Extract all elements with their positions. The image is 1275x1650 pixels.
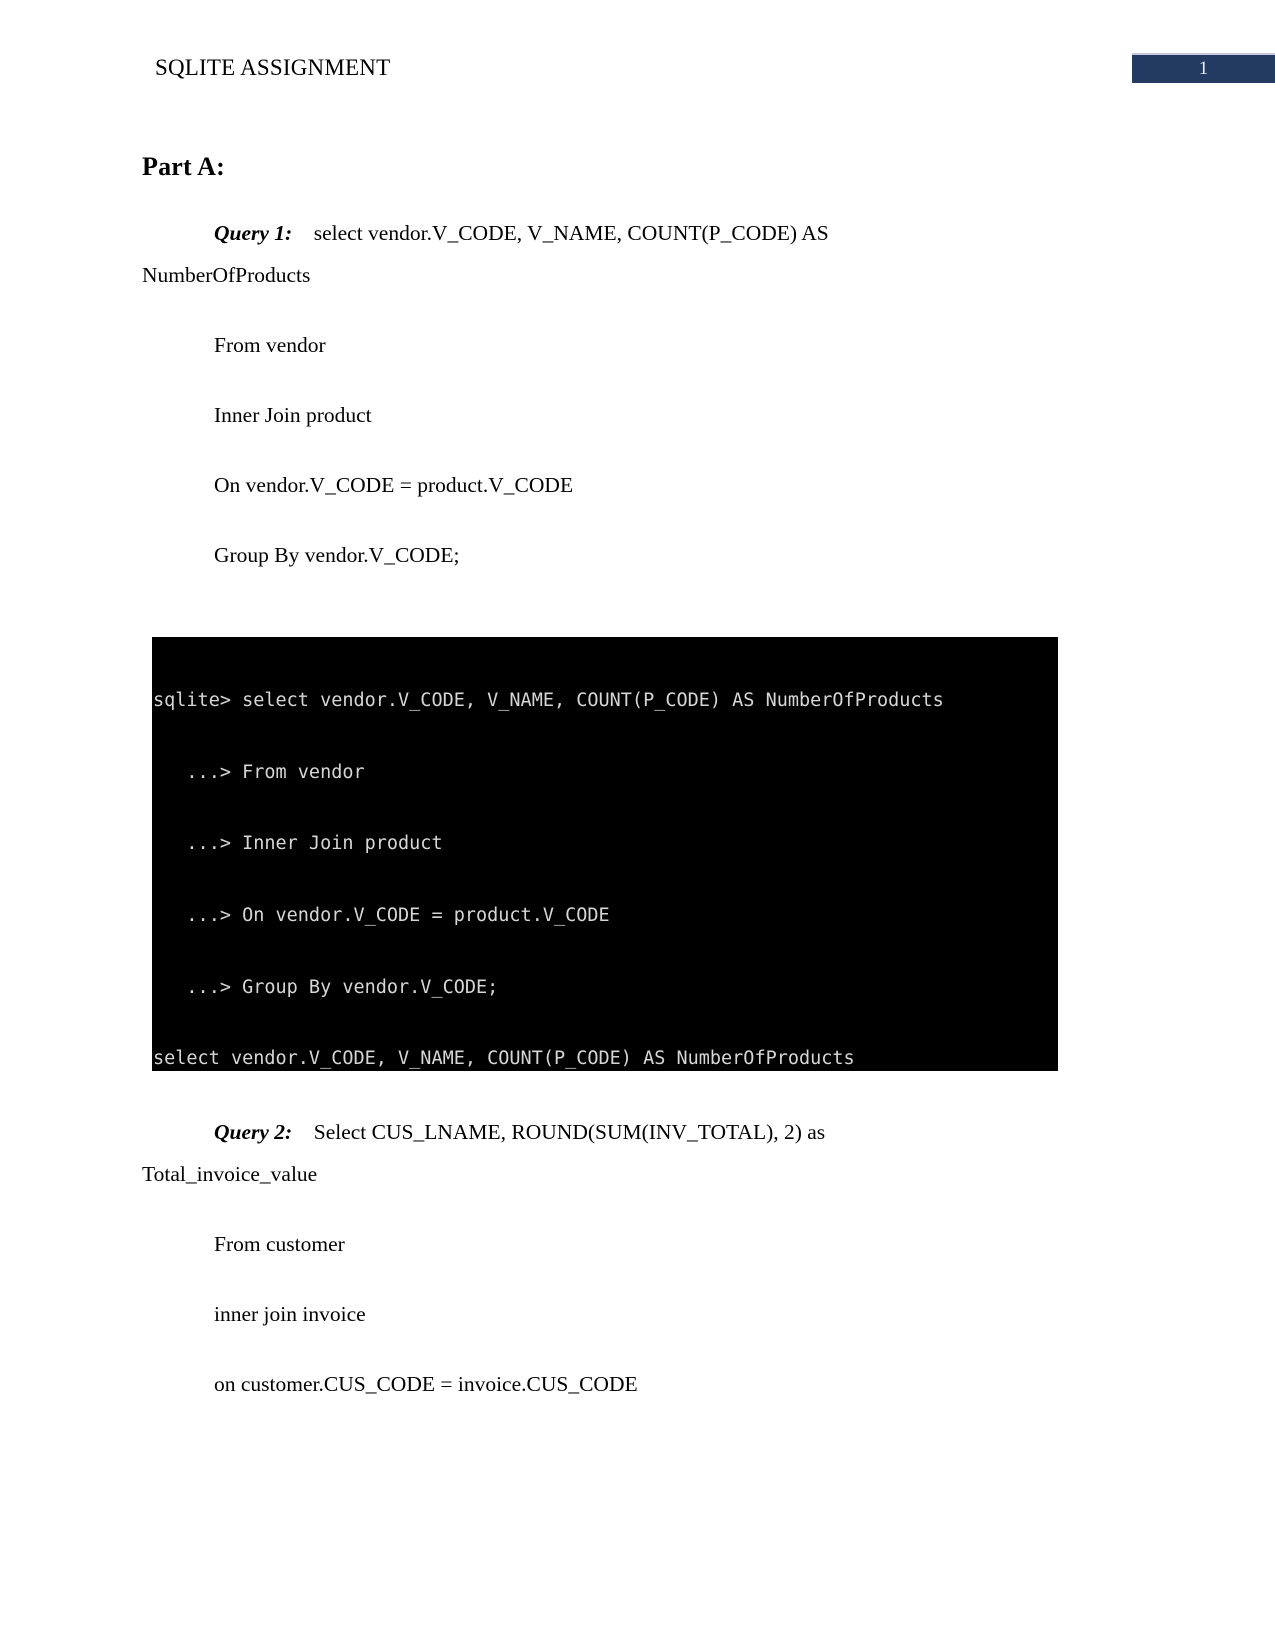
terminal-line: ...> Inner Join product: [153, 833, 443, 855]
section-heading-part-a: Part A:: [142, 152, 225, 181]
page-number-value: 1: [1198, 58, 1209, 79]
terminal-line: ...> Group By vendor.V_CODE;: [153, 976, 499, 998]
terminal-output: sqlite> select vendor.V_CODE, V_NAME, CO…: [152, 641, 1058, 1071]
document-header: SQLITE ASSIGNMENT 1: [0, 52, 1275, 92]
query1-line-on: On vendor.V_CODE = product.V_CODE: [214, 473, 574, 497]
terminal-line: sqlite> select vendor.V_CODE, V_NAME, CO…: [153, 689, 944, 711]
query1-line-groupby: Group By vendor.V_CODE;: [214, 543, 460, 567]
query2-label: Query 2:: [214, 1120, 314, 1144]
terminal-line: ...> On vendor.V_CODE = product.V_CODE: [153, 904, 610, 926]
query1-line-join: Inner Join product: [214, 403, 372, 427]
query1-intro-paragraph: Query 1: select vendor.V_CODE, V_NAME, C…: [142, 206, 1072, 260]
query1-first-line: select vendor.V_CODE, V_NAME, COUNT(P_CO…: [313, 221, 829, 245]
terminal-line: select vendor.V_CODE, V_NAME, COUNT(P_CO…: [153, 1048, 855, 1070]
terminal-line: ...> From vendor: [153, 761, 365, 783]
query2-line-from: From customer: [214, 1232, 345, 1256]
query2-line-join: inner join invoice: [214, 1302, 366, 1326]
query2-line-on: on customer.CUS_CODE = invoice.CUS_CODE: [214, 1372, 638, 1396]
query2-wrapped-line: Total_invoice_value: [142, 1162, 318, 1186]
document-body-lower: Query 2: Select CUS_LNAME, ROUND(SUM(INV…: [142, 1105, 1072, 1399]
document-page: SQLITE ASSIGNMENT 1 Part A: Query 1: sel…: [0, 0, 1275, 1650]
document-body: Part A: Query 1: select vendor.V_CODE, V…: [142, 150, 1072, 570]
page-number-badge: 1: [1132, 53, 1275, 83]
query1-label: Query 1:: [214, 221, 314, 245]
query1-line-from: From vendor: [214, 333, 326, 357]
query1-wrapped-line: NumberOfProducts: [142, 263, 311, 287]
header-title: SQLITE ASSIGNMENT: [155, 55, 391, 80]
sqlite-terminal-screenshot: sqlite> select vendor.V_CODE, V_NAME, CO…: [152, 637, 1058, 1071]
query2-intro-paragraph: Query 2: Select CUS_LNAME, ROUND(SUM(INV…: [142, 1105, 1072, 1159]
query2-first-line: Select CUS_LNAME, ROUND(SUM(INV_TOTAL), …: [313, 1120, 826, 1144]
